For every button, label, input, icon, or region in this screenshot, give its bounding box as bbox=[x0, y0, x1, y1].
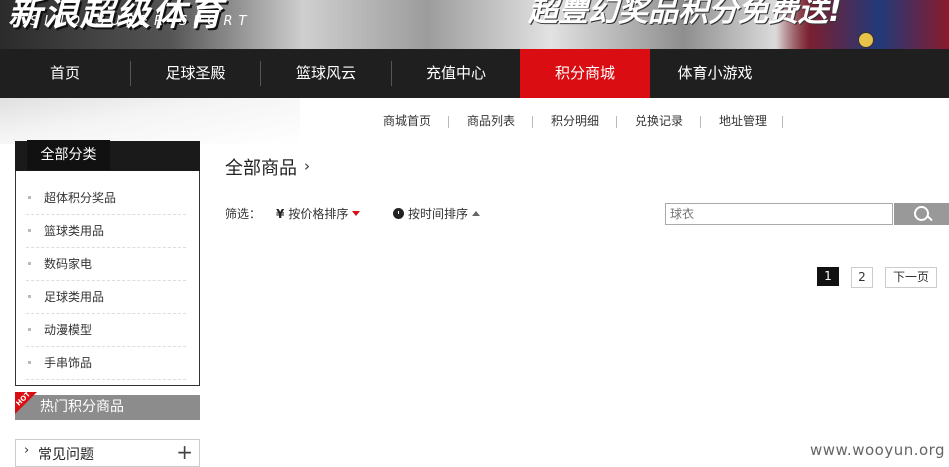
main-nav: 首页 足球圣殿 篮球风云 充值中心 积分商城 体育小游戏 bbox=[0, 49, 949, 98]
nav-item-points-mall[interactable]: 积分商城 bbox=[520, 49, 650, 98]
subnav-mall-home[interactable]: 商城首页 bbox=[383, 112, 431, 129]
category-item[interactable]: 超体积分奖品 bbox=[26, 182, 186, 215]
bullet-icon bbox=[28, 295, 31, 298]
banner-slogan: 超豐幻奖品积分免费送! bbox=[528, 0, 842, 29]
site-logo-subtitle: SINO SUPER SPORT bbox=[30, 14, 253, 29]
sort-by-time-button[interactable]: 按时间排序 bbox=[393, 205, 481, 222]
sort-by-time-label: 按时间排序 bbox=[408, 207, 469, 221]
category-item-label: 篮球类用品 bbox=[44, 224, 105, 238]
subnav-divider bbox=[532, 116, 533, 128]
category-item[interactable]: 篮球类用品 bbox=[26, 215, 186, 248]
search-button[interactable] bbox=[894, 203, 949, 225]
caret-up-icon bbox=[472, 211, 481, 216]
search-icon-handle bbox=[926, 214, 933, 222]
bullet-icon bbox=[28, 196, 31, 199]
category-item[interactable]: 足球类用品 bbox=[26, 281, 186, 314]
bullet-icon bbox=[28, 262, 31, 265]
subnav-exchange-history[interactable]: 兑换记录 bbox=[635, 112, 683, 129]
subnav-address-manage[interactable]: 地址管理 bbox=[719, 112, 767, 129]
site-banner: 新浪超级体育 SINO SUPER SPORT 超豐幻奖品积分免费送! bbox=[0, 0, 949, 49]
yen-icon: ¥ bbox=[276, 207, 285, 221]
caret-down-icon bbox=[352, 211, 361, 216]
page-title: 全部商品 bbox=[225, 158, 297, 179]
category-item-label: 动漫模型 bbox=[44, 323, 93, 337]
bullet-icon bbox=[28, 229, 31, 232]
category-item-label: 超体积分奖品 bbox=[44, 191, 117, 205]
nav-item-football[interactable]: 足球圣殿 bbox=[131, 49, 260, 98]
bullet-icon bbox=[28, 328, 31, 331]
subnav-divider bbox=[616, 116, 617, 128]
category-item[interactable]: 动漫模型 bbox=[26, 314, 186, 347]
subnav-points-detail[interactable]: 积分明细 bbox=[551, 112, 599, 129]
category-item[interactable]: 数码家电 bbox=[26, 248, 186, 281]
category-item-label: 数码家电 bbox=[44, 257, 93, 271]
page-button-1[interactable]: 1 bbox=[817, 267, 839, 286]
next-page-button[interactable]: 下一页 bbox=[885, 267, 937, 288]
nav-item-basketball[interactable]: 篮球风云 bbox=[261, 49, 391, 98]
hot-products-title: 热门积分商品 bbox=[40, 399, 124, 415]
subnav-product-list[interactable]: 商品列表 bbox=[467, 112, 515, 129]
page-button-2[interactable]: 2 bbox=[851, 267, 873, 288]
nav-item-mini-games[interactable]: 体育小游戏 bbox=[650, 49, 780, 98]
category-item[interactable]: 手串饰品 bbox=[26, 347, 186, 380]
category-panel-title: 全部分类 bbox=[27, 140, 110, 170]
search-icon bbox=[914, 206, 929, 221]
category-item-label: 足球类用品 bbox=[44, 290, 105, 304]
hot-products-header[interactable]: 热门积分商品 bbox=[15, 395, 200, 420]
sub-nav: 商城首页 商品列表 积分明细 兑换记录 地址管理 bbox=[0, 112, 949, 132]
watermark: www.wooyun.org bbox=[810, 441, 946, 459]
clock-icon bbox=[393, 208, 404, 219]
sort-by-price-button[interactable]: ¥ 按价格排序 bbox=[276, 205, 361, 222]
faq-header[interactable]: › 常见问题 + bbox=[15, 439, 200, 467]
expand-plus-icon[interactable]: + bbox=[176, 440, 193, 464]
club-badge-icon bbox=[858, 32, 874, 48]
category-list: 超体积分奖品 篮球类用品 数码家电 足球类用品 动漫模型 手串饰品 bbox=[26, 182, 186, 380]
nav-item-home[interactable]: 首页 bbox=[0, 49, 130, 98]
filter-label: 筛选： bbox=[225, 207, 262, 221]
faq-title: 常见问题 bbox=[38, 447, 94, 463]
nav-item-recharge[interactable]: 充值中心 bbox=[392, 49, 520, 98]
subnav-divider bbox=[448, 116, 449, 128]
chevron-right-icon: › bbox=[304, 157, 310, 175]
sort-by-price-label: 按价格排序 bbox=[288, 207, 349, 221]
category-item-label: 手串饰品 bbox=[44, 356, 93, 370]
chevron-right-icon: › bbox=[24, 443, 30, 458]
subnav-divider bbox=[700, 116, 701, 128]
search-input[interactable] bbox=[665, 203, 893, 225]
bullet-icon bbox=[28, 361, 31, 364]
subnav-divider bbox=[782, 116, 783, 128]
